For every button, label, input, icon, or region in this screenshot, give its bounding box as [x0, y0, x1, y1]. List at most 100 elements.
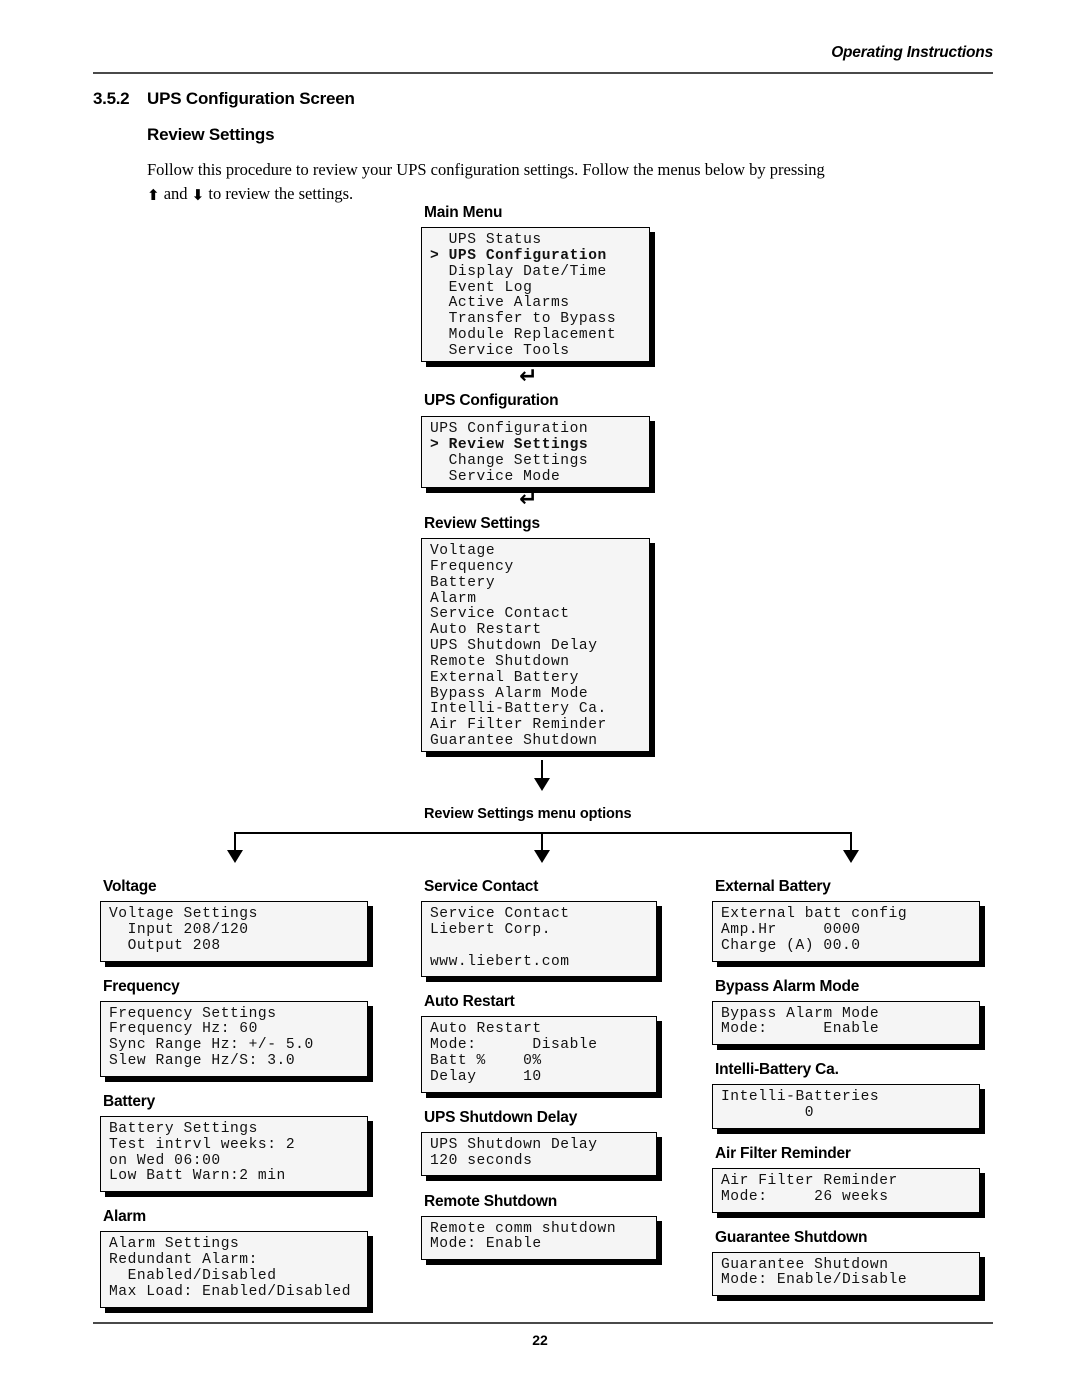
ups-configuration-line: UPS Configuration — [430, 421, 589, 437]
review-settings-line: Air Filter Reminder — [430, 717, 607, 734]
lcd-line: Bypass Alarm Mode — [721, 1005, 880, 1022]
option-label: Guarantee Shutdown — [715, 1228, 868, 1246]
lcd-line: Mode: Enable/Disable — [721, 1272, 908, 1289]
option-label: Frequency — [103, 977, 180, 995]
option-label: Voltage — [103, 878, 157, 895]
lcd-line: Mode: Enable — [721, 1021, 880, 1038]
page-running-head: Operating Instructions — [93, 44, 993, 62]
lcd-line: Battery Settings — [109, 1120, 258, 1137]
lcd-line: Delay 10 — [430, 1068, 542, 1085]
review-settings-line: Remote Shutdown — [430, 653, 570, 670]
lcd-option-screen: UPS Shutdown Delay 120 seconds — [421, 1131, 657, 1177]
main-menu-line: UPS Status — [430, 232, 542, 248]
lcd-option-screen: Voltage Settings Input 208/120 Output 20… — [100, 901, 368, 962]
lcd-option-screen: External batt config Amp.Hr 0000 Charge (A… — [712, 901, 980, 962]
connector-arrowhead-right — [843, 850, 859, 863]
connector-hline — [234, 832, 852, 834]
lcd-line: Frequency Settings — [109, 1005, 277, 1022]
lcd-option-screen: Alarm Settings Redundant Alarm: Enabled/D… — [100, 1231, 368, 1308]
down-arrow-icon: ⬇ — [191, 186, 205, 204]
lcd-line: 0 — [721, 1105, 815, 1122]
lcd-line: Frequency Hz: 60 — [109, 1021, 258, 1038]
lcd-line: Service Contact — [430, 906, 570, 922]
lcd-option-screen: Intelli-Batteries 0 — [712, 1084, 980, 1129]
intro-and-text: and — [159, 184, 192, 203]
lcd-line: Charge (A) 00.0 — [721, 937, 861, 954]
review-settings-line: UPS Shutdown Delay — [430, 638, 598, 655]
branch-caption: Review Settings menu options — [424, 806, 632, 822]
ups-configuration-line: Change Settings — [430, 452, 589, 469]
enter-arrow-icon-2: ↵ — [519, 487, 538, 512]
option-label: Alarm — [103, 1208, 146, 1226]
review-settings-line: Guarantee Shutdown — [430, 733, 598, 750]
lcd-line: Mode: Disable — [430, 1037, 598, 1054]
lcd-line: External batt config — [721, 906, 908, 922]
lcd-option-screen: Bypass Alarm Mode Mode: Enable — [712, 1000, 980, 1046]
review-settings-line: Battery — [430, 574, 496, 591]
review-settings-line: Voltage — [430, 543, 496, 559]
review-settings-line: External Battery — [430, 669, 579, 686]
lcd-option-screen: Service Contact Liebert Corp. www.liebert… — [421, 901, 657, 978]
review-settings-line: Auto Restart — [430, 622, 542, 639]
lcd-line: Liebert Corp. — [430, 921, 551, 938]
enter-arrow-icon-1: ↵ — [519, 364, 538, 389]
option-label: UPS Shutdown Delay — [424, 1108, 578, 1126]
lcd-line: Auto Restart — [430, 1021, 542, 1038]
review-settings-line: Service Contact — [430, 606, 570, 623]
option-label: Battery — [103, 1092, 156, 1110]
lcd-line: Mode: Enable — [430, 1236, 542, 1253]
lcd-line — [422, 939, 656, 955]
lcd-line: Low Batt Warn:2 min — [109, 1168, 286, 1185]
option-label: Air Filter Reminder — [715, 1144, 851, 1162]
main-menu-line: Active Alarms — [430, 295, 570, 312]
lcd-line: Remote comm shutdown — [430, 1220, 617, 1237]
review-settings-line: Bypass Alarm Mode — [430, 685, 589, 702]
lcd-line: on Wed 06:00 — [109, 1152, 221, 1169]
main-menu-label: Main Menu — [424, 204, 503, 221]
page-number: 22 — [532, 1332, 548, 1348]
lcd-line: Guarantee Shutdown — [721, 1256, 889, 1273]
lcd-option-screen: Frequency Settings Frequency Hz: 60 Sync R… — [100, 1000, 368, 1077]
intro-text-part2: to review the settings. — [204, 184, 354, 203]
main-menu-line: Display Date/Time — [430, 263, 607, 280]
option-label: Auto Restart — [424, 993, 515, 1011]
lcd-line: Voltage Settings — [109, 906, 258, 922]
lcd-option-screen: Auto Restart Mode: Disable Batt % 0% Delay … — [421, 1016, 657, 1093]
lcd-option-screen: Battery Settings Test intrvl weeks: 2 on W… — [100, 1115, 368, 1193]
review-settings-label: Review Settings — [424, 515, 540, 532]
lcd-line: 120 seconds — [430, 1152, 533, 1169]
main-menu-line: Event Log — [430, 279, 533, 296]
lcd-line: Input 208/120 — [109, 921, 249, 938]
lcd-line: Intelli-Batteries — [721, 1089, 880, 1106]
section-number: 3.5.2 — [93, 89, 130, 108]
lcd-ups-configuration: UPS Configuration > Review Settings Chang… — [421, 416, 650, 488]
lcd-line: Max Load: Enabled/Disabled — [109, 1283, 351, 1300]
lcd-line: UPS Shutdown Delay — [430, 1136, 598, 1153]
main-menu-line: Service Tools — [430, 342, 570, 359]
connector-arrowhead-left — [227, 850, 243, 863]
lcd-line: Alarm Settings — [109, 1236, 240, 1253]
section-subtitle: Review Settings — [147, 125, 275, 144]
option-label: Bypass Alarm Mode — [715, 977, 860, 995]
lcd-line: Test intrvl weeks: 2 — [109, 1136, 296, 1153]
main-menu-line: Transfer to Bypass — [430, 311, 617, 328]
review-settings-line: Alarm — [430, 590, 477, 607]
lcd-line: www.liebert.com — [430, 953, 570, 970]
header-divider — [93, 72, 993, 74]
connector-arrowhead-main — [534, 778, 550, 791]
lcd-line: Batt % 0% — [430, 1053, 542, 1070]
main-menu-line: Module Replacement — [430, 327, 617, 344]
main-menu-line: > UPS Configuration — [430, 247, 607, 264]
connector-arrowhead-center — [534, 850, 550, 863]
lcd-option-screen: Air Filter Reminder Mode: 26 weeks — [712, 1167, 980, 1213]
lcd-line: Amp.Hr 0000 — [721, 921, 861, 938]
lcd-line: Mode: 26 weeks — [721, 1188, 889, 1205]
lcd-line: Output 208 — [109, 937, 221, 954]
ups-configuration-line: Service Mode — [430, 468, 561, 485]
lcd-review-settings: Voltage Frequency Battery Alarm Service Cont… — [421, 538, 650, 752]
review-settings-line: Intelli-Battery Ca. — [430, 701, 607, 718]
section-title: UPS Configuration Screen — [147, 89, 355, 108]
option-label: Service Contact — [424, 878, 539, 895]
review-settings-line: Frequency — [430, 558, 514, 575]
ups-configuration-line: > Review Settings — [430, 436, 589, 453]
